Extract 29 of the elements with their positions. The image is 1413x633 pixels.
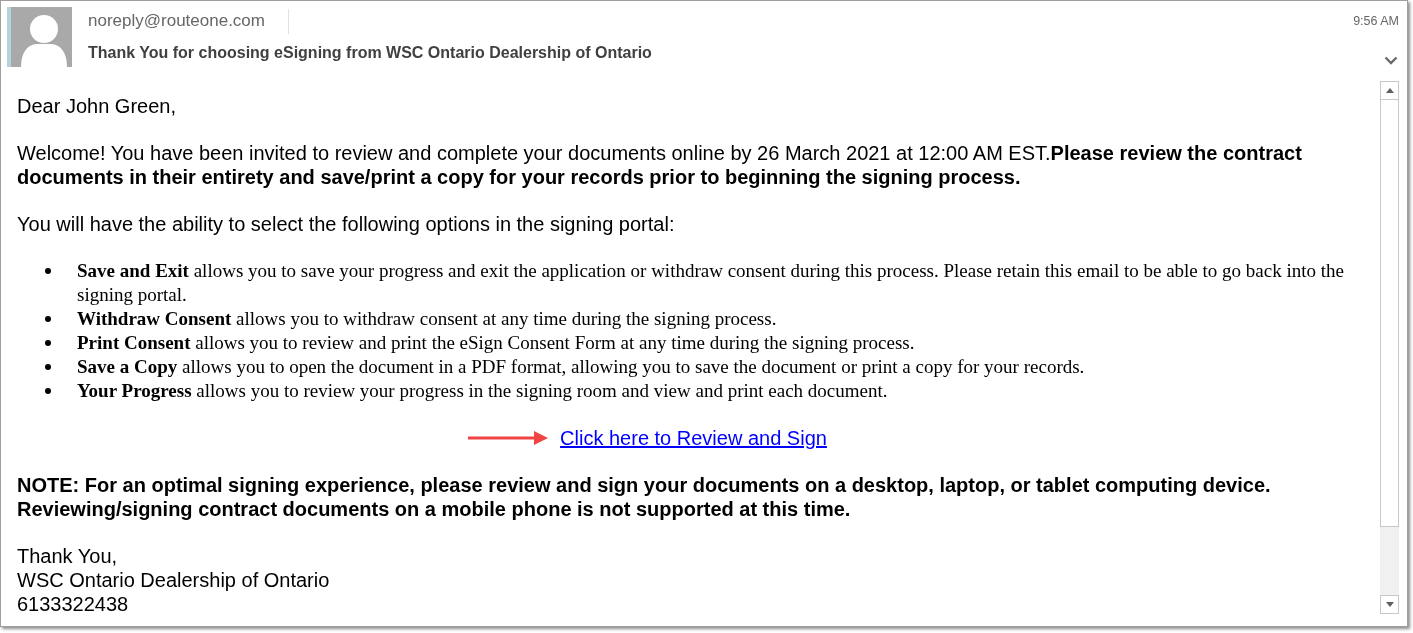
scroll-down-button[interactable] bbox=[1380, 595, 1399, 614]
option-description: Your Progress allows you to review your progress in the signing room and view and print each document. bbox=[77, 379, 889, 403]
intro-paragraph: Welcome! You have been invited to review and complete your documents online by 26 March 2021 at 12:00 AM EST.Please review the contract documents in their entirety and save/print a copy for your records prior to beginning the signing process. bbox=[17, 141, 1303, 189]
arrow-icon bbox=[468, 431, 549, 445]
option-description: Save a Copy allows you to open the document in a PDF format, allowing you to save the document or print a copy for your records. bbox=[77, 355, 1086, 379]
chevron-down-icon[interactable] bbox=[1384, 56, 1398, 65]
bullet-icon bbox=[45, 388, 51, 394]
option-description: Print Consent allows you to review and print the eSign Consent Form at any time during the signing process. bbox=[77, 331, 916, 355]
triangle-down-icon bbox=[1385, 602, 1394, 607]
avatar-icon bbox=[7, 7, 72, 67]
greeting-text: Dear John Green, bbox=[17, 94, 177, 118]
scroll-up-button[interactable] bbox=[1380, 81, 1399, 100]
received-time: 9:56 AM bbox=[1353, 13, 1399, 30]
options-intro-text: You will have the ability to select the following options in the signing portal: bbox=[17, 212, 676, 236]
bullet-icon bbox=[45, 268, 51, 274]
note-paragraph: NOTE: For an optimal signing experience, please review and sign your documents on a desktop, laptop, or tablet computing device. Reviewing/signing contract documents on a mobile phone is not supported at this time. bbox=[17, 473, 1272, 521]
option-description: Withdraw Consent allows you to withdraw consent at any time during the signing process. bbox=[77, 307, 778, 331]
sender-address: noreply@routeone.com bbox=[88, 10, 265, 32]
review-and-sign-link[interactable]: Click here to Review and Sign bbox=[560, 427, 827, 449]
bullet-icon bbox=[45, 364, 51, 370]
triangle-up-icon bbox=[1385, 88, 1394, 93]
bullet-icon bbox=[45, 340, 51, 346]
scrollbar-thumb[interactable] bbox=[1380, 100, 1399, 527]
option-description: Save and Exit allows you to save your progress and exit the application or withdraw consent during this process. Please retain this email to be able to go back into the signing portal. bbox=[77, 259, 1345, 307]
signature-line: 6133322438 bbox=[17, 592, 130, 616]
email-subject: Thank You for choosing eSigning from WSC Ontario Dealership of Ontario bbox=[88, 43, 653, 63]
signature-line: Thank You, bbox=[17, 544, 119, 568]
signature-line: WSC Ontario Dealership of Ontario bbox=[17, 568, 331, 592]
bullet-icon bbox=[45, 316, 51, 322]
